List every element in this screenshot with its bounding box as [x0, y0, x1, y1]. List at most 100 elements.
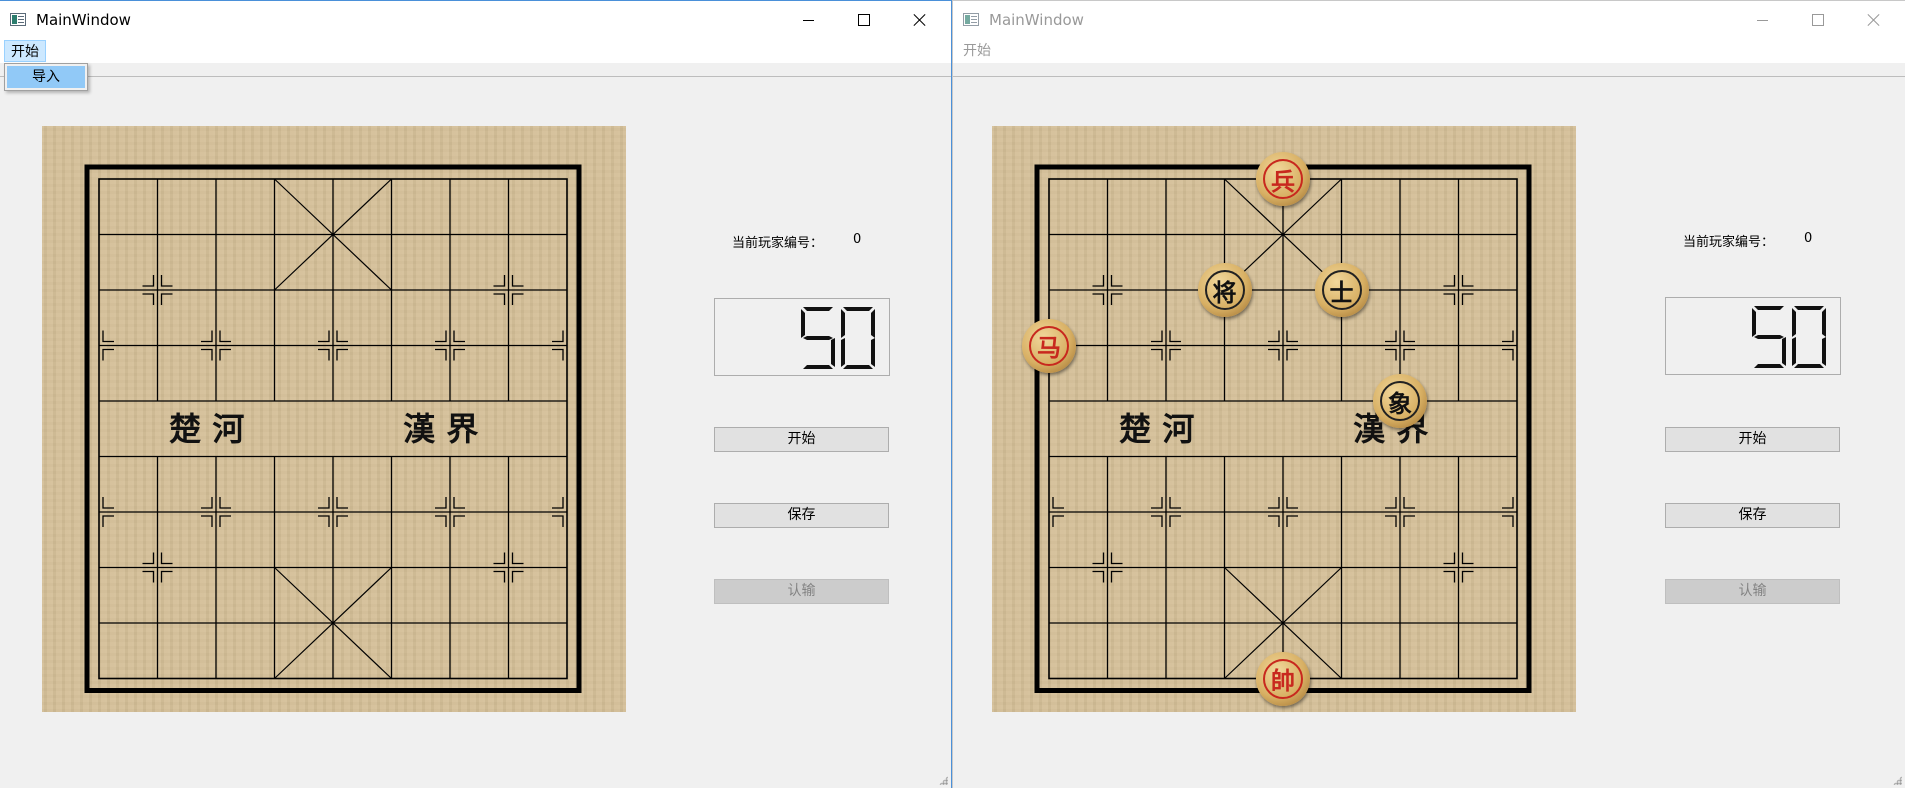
current-player-value: 0 — [1804, 231, 1813, 246]
start-menu-dropdown: 导入 — [4, 63, 88, 91]
resign-button[interactable]: 认输 — [714, 579, 889, 604]
position-marker — [336, 348, 348, 361]
minimize-button[interactable] — [1739, 1, 1785, 39]
menu-bar: 开始 — [0, 39, 951, 63]
close-button[interactable] — [897, 1, 943, 39]
position-marker — [219, 497, 231, 509]
position-marker — [1385, 348, 1397, 361]
position-marker — [1502, 348, 1514, 361]
position-marker — [453, 515, 465, 527]
chess-piece-black[interactable]: 将 — [1197, 263, 1252, 317]
position-marker — [1151, 497, 1163, 509]
resize-grip[interactable] — [939, 776, 948, 785]
position-marker — [435, 330, 447, 343]
start-button[interactable]: 开始 — [714, 427, 889, 452]
position-marker — [1110, 275, 1123, 287]
position-marker — [511, 570, 524, 583]
position-marker — [1151, 330, 1163, 343]
position-marker — [318, 515, 330, 527]
board-grid: 楚 河漢 界 — [1034, 164, 1532, 693]
position-marker — [1286, 497, 1298, 509]
river-label-han-jie: 漢 界 — [403, 410, 478, 448]
position-marker — [435, 515, 447, 527]
position-marker — [102, 330, 114, 343]
position-marker — [160, 570, 173, 583]
position-marker — [1169, 497, 1181, 509]
position-marker — [1092, 275, 1105, 287]
save-button[interactable]: 保存 — [714, 503, 889, 528]
window-title: MainWindow — [989, 11, 1084, 29]
chess-piece-red[interactable]: 兵 — [1256, 152, 1310, 206]
countdown-timer: 50 — [1665, 297, 1841, 375]
window-title: MainWindow — [36, 11, 131, 29]
position-marker — [493, 570, 506, 583]
position-marker — [552, 515, 564, 527]
app-window-icon — [10, 13, 26, 26]
position-marker — [1110, 552, 1123, 565]
menu-start[interactable]: 开始 — [4, 40, 46, 62]
position-marker — [1403, 348, 1415, 361]
chess-piece-red[interactable]: 马 — [1022, 318, 1076, 373]
position-marker — [435, 497, 447, 509]
position-marker — [1443, 293, 1456, 305]
current-player-label: 当前玩家编号： — [1683, 235, 1775, 250]
start-button[interactable]: 开始 — [1665, 427, 1840, 452]
position-marker — [1092, 552, 1105, 565]
menu-start[interactable]: 开始 — [957, 40, 997, 62]
resize-grip[interactable] — [1893, 776, 1902, 785]
main-window-right: MainWindow 开始 楚 河漢 界 兵将 士马象帥 当前玩家编号： 0 开始… — [952, 0, 1905, 788]
maximize-button[interactable] — [1795, 1, 1841, 39]
position-marker — [1461, 552, 1474, 565]
position-marker — [1443, 275, 1456, 287]
chess-piece-black[interactable]: 象 — [1373, 374, 1427, 428]
chess-piece-black[interactable]: 士 — [1314, 263, 1369, 317]
position-marker — [1052, 515, 1064, 527]
close-icon — [913, 13, 927, 27]
piece-label: 士 — [1321, 270, 1362, 310]
title-bar[interactable]: MainWindow — [953, 1, 1905, 39]
chess-piece-red[interactable]: 帥 — [1256, 651, 1310, 706]
position-marker — [453, 497, 465, 509]
app-window-icon — [963, 13, 979, 26]
river-label-chu-he: 楚 河 — [169, 410, 244, 448]
position-marker — [336, 515, 348, 527]
position-marker — [552, 497, 564, 509]
resign-button[interactable]: 认输 — [1665, 579, 1840, 604]
river-label-chu-he: 楚 河 — [1119, 410, 1194, 448]
toolbar-divider — [0, 76, 951, 77]
chess-board[interactable]: 楚 河漢 界 — [42, 126, 626, 712]
minimize-button[interactable] — [785, 1, 831, 39]
maximize-icon — [1812, 14, 1824, 26]
chess-board[interactable]: 楚 河漢 界 兵将 士马象帥 — [992, 126, 1576, 712]
position-marker — [1151, 515, 1163, 527]
position-marker — [1403, 330, 1415, 343]
title-bar[interactable]: MainWindow — [0, 1, 951, 39]
position-marker — [1286, 515, 1298, 527]
position-marker — [1268, 348, 1280, 361]
position-marker — [511, 552, 524, 565]
position-marker — [493, 275, 506, 287]
current-player-label: 当前玩家编号： — [732, 236, 824, 251]
position-marker — [1169, 330, 1181, 343]
position-marker — [1110, 570, 1123, 583]
position-marker — [1461, 275, 1474, 287]
maximize-button[interactable] — [841, 1, 887, 39]
piece-label: 马 — [1029, 325, 1069, 366]
position-marker — [1461, 293, 1474, 305]
close-button[interactable] — [1851, 1, 1897, 39]
position-marker — [552, 330, 564, 343]
position-marker — [142, 552, 155, 565]
save-button[interactable]: 保存 — [1665, 503, 1840, 528]
position-marker — [453, 348, 465, 361]
position-marker — [318, 497, 330, 509]
position-marker — [1286, 330, 1298, 343]
position-marker — [1151, 348, 1163, 361]
maximize-icon — [858, 14, 870, 26]
position-marker — [318, 330, 330, 343]
position-marker — [1385, 515, 1397, 527]
position-marker — [201, 515, 213, 527]
piece-label: 兵 — [1263, 159, 1303, 199]
position-marker — [435, 348, 447, 361]
position-marker — [1268, 330, 1280, 343]
menu-item-import[interactable]: 导入 — [7, 66, 85, 88]
